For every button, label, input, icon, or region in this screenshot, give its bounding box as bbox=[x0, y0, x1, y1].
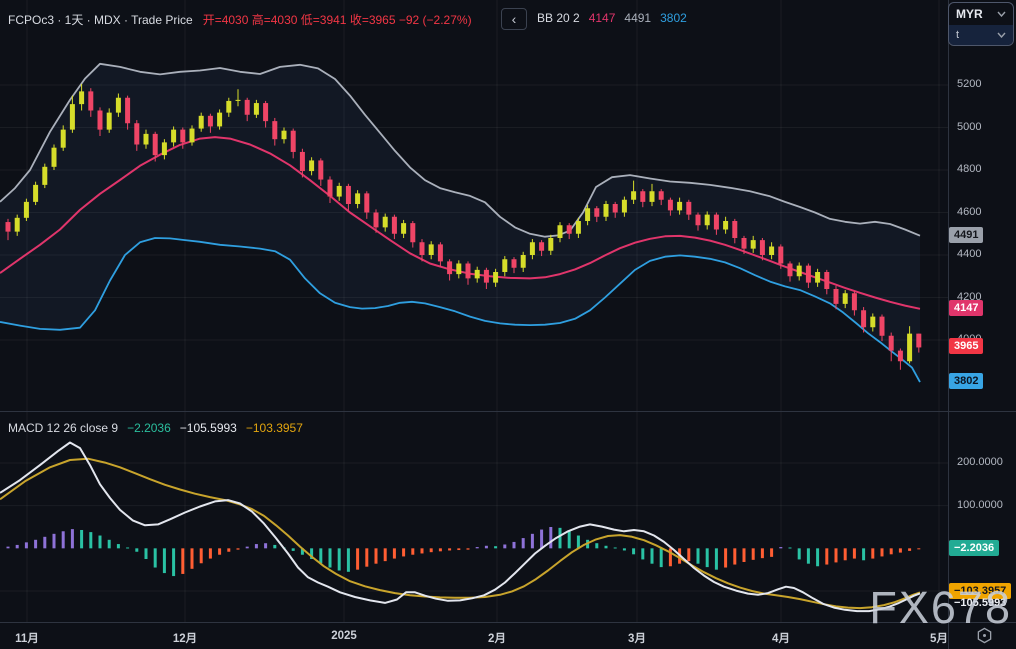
price-tick-label: 4400 bbox=[957, 248, 982, 260]
price-tick-label: 5200 bbox=[957, 78, 982, 90]
bb-lower-value: 3802 bbox=[660, 11, 687, 25]
price-badge-4491: 4491 bbox=[949, 226, 984, 243]
macd-legend[interactable]: MACD 12 26 close 9 −2.2036 −105.5993 −103.3… bbox=[8, 421, 312, 435]
currency-value: MYR bbox=[956, 7, 983, 21]
time-axis-separator bbox=[0, 622, 1016, 623]
macd-badge: −105.5993 bbox=[954, 596, 1007, 609]
time-axis-label: 4月 bbox=[772, 633, 790, 645]
macd-label: MACD 12 26 close 9 bbox=[8, 421, 119, 435]
collapse-indicators-button[interactable]: ‹ bbox=[501, 8, 527, 30]
chevron-down-icon bbox=[997, 32, 1006, 38]
time-axis-label: 2025 bbox=[331, 630, 357, 642]
unit-selector[interactable]: t bbox=[949, 25, 1013, 45]
scale-settings-box: MYR t bbox=[948, 2, 1014, 46]
trading-chart-window: FCPOc3 · 1天 · MDX · Trade Price 开=4030 高=… bbox=[0, 0, 1016, 649]
chevron-down-icon bbox=[997, 11, 1006, 17]
pane-separator[interactable] bbox=[0, 411, 1016, 412]
macd-tick-label: 200.0000 bbox=[957, 456, 1003, 468]
time-axis-label: 12月 bbox=[172, 633, 198, 645]
bb-label: BB 20 2 bbox=[537, 11, 580, 25]
ohlc-values: 开=4030 高=4030 低=3941 收=3965 −92 (−2.27%) bbox=[202, 13, 472, 27]
macd-tick-label: 100.0000 bbox=[957, 498, 1003, 511]
macd-badge: −2.2036 bbox=[949, 540, 1000, 557]
axis-settings-gear-icon[interactable] bbox=[976, 627, 993, 644]
symbol-title[interactable]: FCPOc3 · 1天 · MDX · Trade Price bbox=[8, 13, 193, 27]
macd-line-value: −105.5993 bbox=[179, 421, 237, 435]
price-badge-3802: 3802 bbox=[949, 373, 984, 390]
macd-hist-value: −2.2036 bbox=[127, 421, 171, 435]
time-axis-label: 11月 bbox=[15, 633, 39, 645]
macd-signal-value: −103.3957 bbox=[245, 421, 303, 435]
symbol-legend: FCPOc3 · 1天 · MDX · Trade Price 开=4030 高=… bbox=[8, 11, 472, 28]
bb-basis-value: 4147 bbox=[588, 11, 616, 25]
price-tick-label: 4600 bbox=[957, 205, 982, 218]
price-tick-label: 5000 bbox=[957, 120, 982, 133]
price-badge-3965: 3965 bbox=[949, 338, 984, 355]
currency-selector[interactable]: MYR bbox=[949, 3, 1013, 25]
chart-canvas[interactable] bbox=[0, 0, 1016, 649]
unit-value: t bbox=[956, 29, 960, 41]
chevron-left-icon: ‹ bbox=[511, 11, 517, 27]
time-axis-label: 2月 bbox=[488, 633, 506, 645]
bollinger-legend[interactable]: BB 20 2 4147 4491 3802 bbox=[537, 11, 696, 25]
time-axis-label: 5月 bbox=[930, 633, 948, 645]
price-badge-4147: 4147 bbox=[949, 299, 984, 316]
bb-upper-value: 4491 bbox=[624, 11, 652, 25]
time-axis-label: 3月 bbox=[628, 633, 646, 645]
price-tick-label: 4800 bbox=[957, 163, 982, 175]
